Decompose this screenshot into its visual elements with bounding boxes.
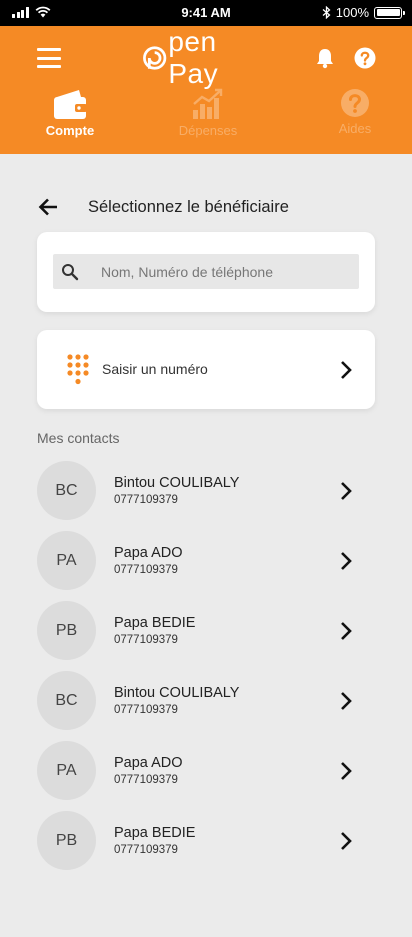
- search-icon: [62, 263, 79, 280]
- battery-icon: [374, 6, 405, 19]
- contact-name: Papa BEDIE: [114, 825, 196, 841]
- contact-item[interactable]: PB Papa BEDIE 0777109379: [37, 811, 375, 871]
- keypad-icon: [67, 354, 89, 385]
- contact-name: Papa ADO: [114, 755, 183, 771]
- tab-depenses-label: Dépenses: [178, 123, 238, 138]
- contact-phone: 0777109379: [114, 844, 178, 856]
- battery-percent: 100%: [335, 5, 369, 20]
- chevron-right-icon: [341, 482, 352, 500]
- contacts-heading: Mes contacts: [37, 430, 120, 446]
- avatar: PB: [37, 811, 96, 870]
- contact-name: Papa BEDIE: [114, 615, 196, 631]
- contact-phone: 0777109379: [114, 634, 178, 646]
- tab-depenses[interactable]: Dépenses: [148, 88, 268, 138]
- bell-icon[interactable]: [315, 47, 335, 69]
- contact-item[interactable]: PA Papa ADO 0777109379: [37, 741, 375, 801]
- logo-text: pen Pay: [168, 26, 219, 89]
- page-title: Sélectionnez le bénéficiaire: [88, 198, 289, 216]
- chevron-right-icon: [341, 832, 352, 850]
- chevron-right-icon: [341, 762, 352, 780]
- help-circle-icon: [341, 89, 369, 117]
- contact-item[interactable]: PA Papa ADO 0777109379: [37, 531, 375, 591]
- chevron-right-icon: [341, 552, 352, 570]
- bluetooth-icon: [322, 6, 331, 19]
- status-bar: 9:41 AM 100%: [0, 0, 412, 26]
- back-arrow-icon[interactable]: [37, 196, 59, 218]
- bar-chart-icon: [193, 88, 223, 119]
- avatar: PA: [37, 531, 96, 590]
- chevron-right-icon: [341, 361, 352, 379]
- chevron-right-icon: [341, 622, 352, 640]
- contact-phone: 0777109379: [114, 774, 178, 786]
- tab-compte-label: Compte: [45, 123, 95, 138]
- avatar: PA: [37, 741, 96, 800]
- contact-phone: 0777109379: [114, 704, 178, 716]
- contact-item[interactable]: BC Bintou COULIBALY 0777109379: [37, 671, 375, 731]
- contact-item[interactable]: PB Papa BEDIE 0777109379: [37, 601, 375, 661]
- menu-icon[interactable]: [37, 48, 61, 68]
- avatar: BC: [37, 461, 96, 520]
- avatar: BC: [37, 671, 96, 730]
- wallet-icon: [54, 90, 87, 119]
- search-card: [37, 232, 375, 312]
- contact-item[interactable]: BC Bintou COULIBALY 0777109379: [37, 461, 375, 521]
- logo-o-icon: [143, 46, 167, 70]
- app-header: pen Pay Compte Dépenses Aides: [0, 26, 412, 154]
- tab-aides[interactable]: Aides: [295, 88, 412, 136]
- help-icon[interactable]: [354, 47, 376, 69]
- chevron-right-icon: [341, 692, 352, 710]
- contact-name: Bintou COULIBALY: [114, 475, 240, 491]
- dial-label: Saisir un numéro: [102, 361, 208, 377]
- search-box[interactable]: [53, 254, 359, 289]
- contact-name: Bintou COULIBALY: [114, 685, 240, 701]
- tab-aides-label: Aides: [338, 121, 372, 136]
- app-logo: pen Pay: [142, 26, 272, 89]
- dial-number-button[interactable]: Saisir un numéro: [37, 330, 375, 409]
- contact-name: Papa ADO: [114, 545, 183, 561]
- tab-compte[interactable]: Compte: [10, 88, 130, 138]
- contact-phone: 0777109379: [114, 494, 178, 506]
- contact-phone: 0777109379: [114, 564, 178, 576]
- avatar: PB: [37, 601, 96, 660]
- search-input[interactable]: [101, 263, 341, 280]
